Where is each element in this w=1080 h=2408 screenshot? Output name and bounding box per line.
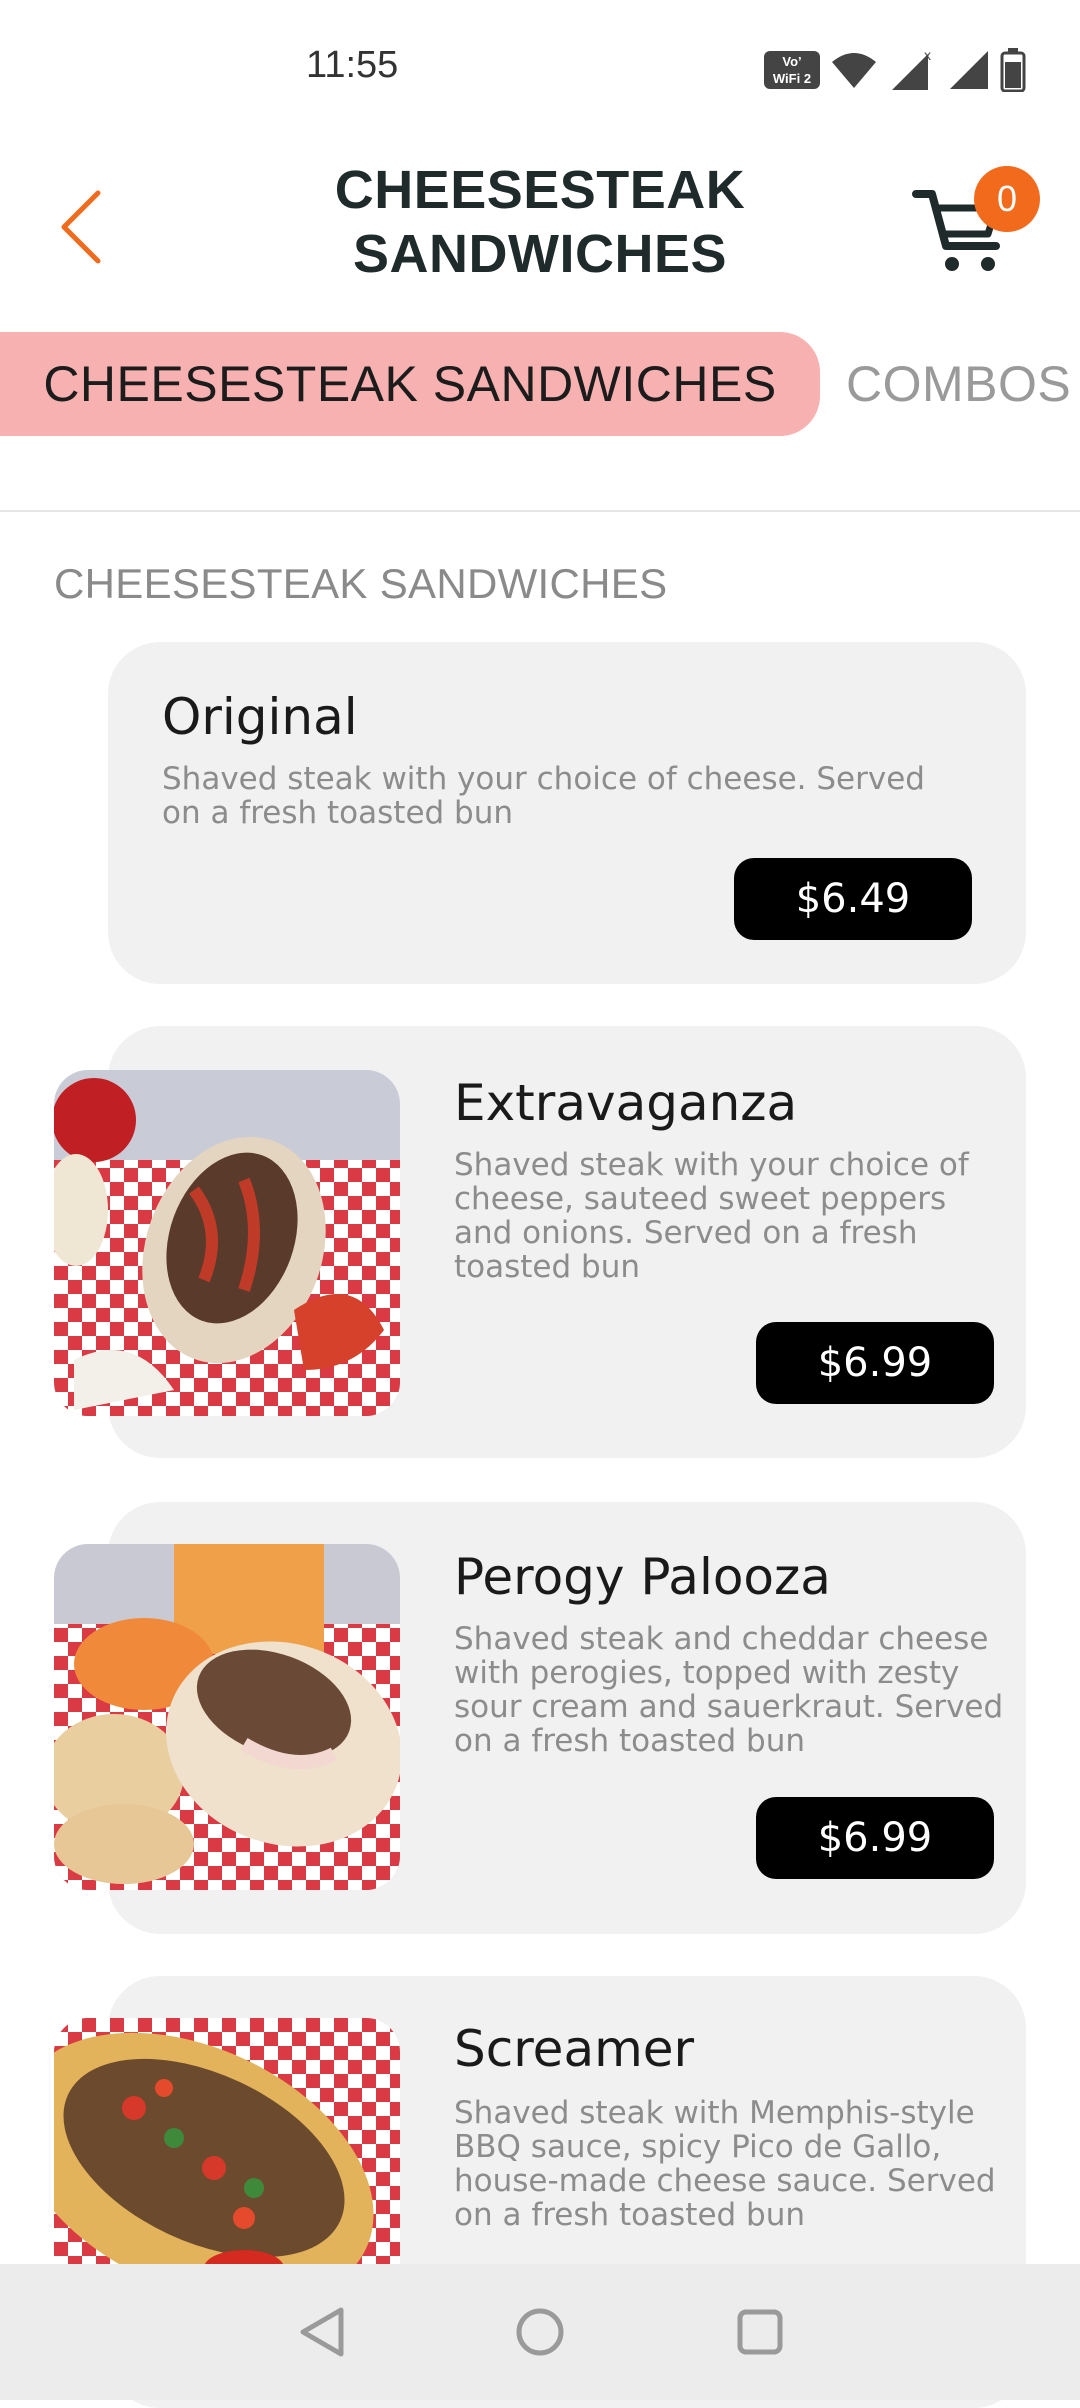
battery-icon (1000, 48, 1026, 92)
svg-text:x: x (924, 48, 931, 63)
chevron-left-icon (61, 190, 101, 264)
price-button[interactable]: $6.99 (756, 1322, 994, 1404)
cellular-signal-x-icon: x (892, 48, 931, 90)
price-button[interactable]: $6.99 (756, 1797, 994, 1879)
wifi-calling-label: WiFi 2 (772, 71, 812, 86)
tab-combos[interactable]: COMBOS (846, 332, 1071, 436)
cart-button[interactable]: 0 (912, 166, 1042, 286)
section-title: CHEESESTEAK SANDWICHES (54, 560, 668, 607)
back-triangle-icon (300, 2307, 344, 2357)
menu-item-image[interactable] (54, 2018, 400, 2278)
menu-item-name: Screamer (454, 2020, 695, 2078)
menu-item-image[interactable] (54, 1070, 400, 1416)
menu-item-description: Shaved steak with your choice of cheese.… (162, 761, 925, 831)
nav-back-button[interactable] (282, 2296, 362, 2368)
menu-item-description: Shaved steak and cheddar cheese with per… (454, 1621, 1004, 1759)
nav-recents-button[interactable] (720, 2296, 800, 2368)
divider (0, 510, 1080, 512)
status-icons: Vo’ WiFi 2 x (764, 48, 1026, 92)
menu-item-name: Original (162, 688, 358, 746)
page-title: CHEESESTEAK SANDWICHES (240, 158, 840, 286)
nav-home-button[interactable] (500, 2296, 580, 2368)
page-title-line2: SANDWICHES (352, 224, 727, 284)
volte-wifi-icon: Vo’ WiFi 2 (764, 51, 820, 89)
tab-cheesesteak-sandwiches[interactable]: CHEESESTEAK SANDWICHES (0, 332, 820, 436)
wifi-icon (832, 53, 876, 88)
recents-square-icon (737, 2309, 783, 2355)
menu-item-image[interactable] (54, 1544, 400, 1890)
menu-item-description: Shaved steak with Memphis-style BBQ sauc… (454, 2095, 996, 2233)
page-title-line1: CHEESESTEAK (334, 160, 746, 220)
screamer-photo (54, 2018, 400, 2278)
menu-item-name: Extravaganza (454, 1074, 798, 1132)
perogy-palooza-photo (54, 1544, 400, 1890)
status-time: 11:55 (306, 44, 399, 86)
menu-item-card[interactable]: Original Shaved steak with your choice o… (108, 642, 1026, 984)
cart-count-badge: 0 (974, 166, 1040, 232)
back-button[interactable] (48, 182, 114, 272)
extravaganza-photo (54, 1070, 400, 1416)
price-button[interactable]: $6.49 (734, 858, 972, 940)
home-circle-icon (516, 2308, 564, 2356)
menu-item-description: Shaved steak with your choice of cheese,… (454, 1147, 969, 1285)
category-tabs: CHEESESTEAK SANDWICHES COMBOS (0, 330, 1080, 438)
header: CHEESESTEAK SANDWICHES 0 (0, 140, 1080, 310)
cellular-signal-icon (950, 51, 988, 89)
status-bar: 11:55 Vo’ WiFi 2 x (0, 0, 1080, 140)
menu-item-name: Perogy Palooza (454, 1548, 831, 1606)
volte-label: Vo’ (782, 54, 802, 69)
system-navigation-bar (0, 2264, 1080, 2400)
